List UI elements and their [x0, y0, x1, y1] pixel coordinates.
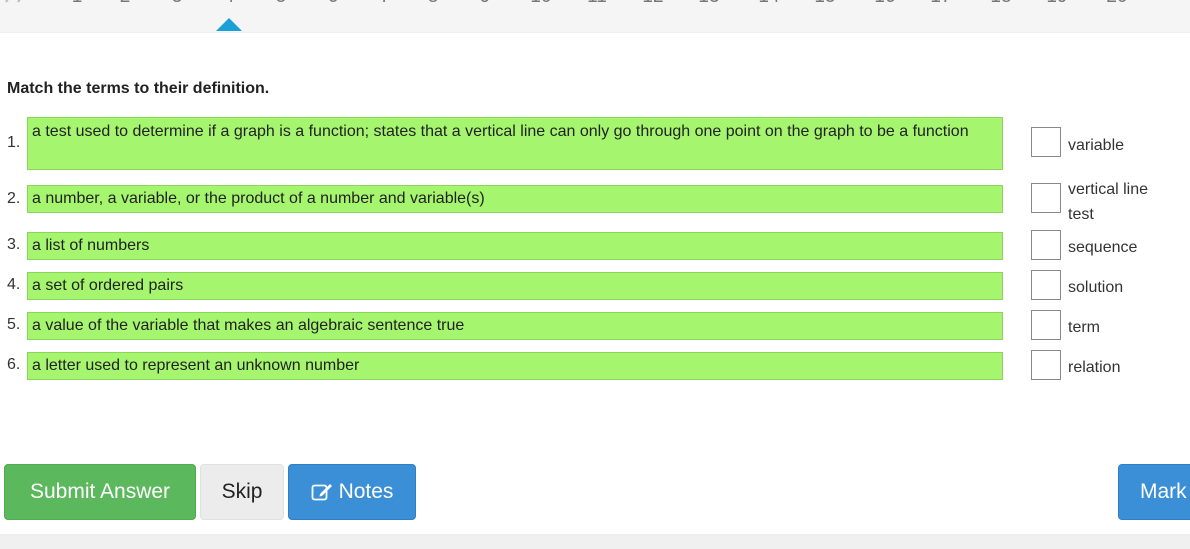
nav-number-2[interactable]: 2 [105, 0, 145, 8]
skip-label: Skip [221, 480, 263, 503]
term-label: variable [1068, 137, 1125, 154]
nav-number-10[interactable]: 10 [521, 0, 561, 8]
definition-box[interactable]: a set of ordered pairs [27, 272, 1003, 300]
nav-number-7[interactable]: 7 [365, 0, 405, 8]
definition-number: 2. [7, 190, 21, 207]
definition-number: 4. [7, 276, 21, 293]
mark-button[interactable]: Mark [1118, 464, 1190, 520]
term-label: solution [1068, 279, 1124, 296]
nav-number-20[interactable]: 20 [1097, 0, 1137, 8]
term-label: term [1068, 319, 1100, 336]
nav-number-12[interactable]: 12 [633, 0, 673, 8]
nav-number-6[interactable]: 6 [313, 0, 353, 8]
submit-answer-button[interactable]: Submit Answer [4, 464, 196, 520]
definition-box[interactable]: a letter used to represent an unknown nu… [27, 352, 1003, 380]
definition-number: 6. [7, 356, 21, 373]
definition-number: 1. [7, 134, 21, 151]
nav-number-3[interactable]: 3 [157, 0, 197, 8]
question-instruction: Match the terms to their definition. [7, 80, 270, 97]
answer-checkbox[interactable] [1031, 230, 1061, 260]
definition-box[interactable]: a number, a variable, or the product of … [27, 185, 1003, 213]
nav-number-13[interactable]: 13 [689, 0, 729, 8]
nav-number-9[interactable]: 9 [465, 0, 505, 8]
mark-label: Mark [1140, 480, 1187, 503]
definition-number: 5. [7, 316, 21, 333]
nav-number-16[interactable]: 16 [865, 0, 905, 8]
term-label: vertical line test [1068, 181, 1149, 223]
notes-label: Notes [338, 480, 394, 503]
definition-box[interactable]: a test used to determine if a graph is a… [27, 117, 1003, 170]
nav-number-8[interactable]: 8 [413, 0, 453, 8]
answer-checkbox[interactable] [1031, 270, 1061, 300]
nav-number-19[interactable]: 19 [1037, 0, 1077, 8]
question-navigator: 1 2 3 4 5 6 7 8 9 10 11 12 13 14 15 16 1… [0, 0, 1190, 33]
nav-number-1[interactable]: 1 [57, 0, 97, 8]
answer-checkbox[interactable] [1031, 350, 1061, 380]
notes-button[interactable]: Notes [288, 464, 416, 520]
chevron-left-icon[interactable] [2, 0, 32, 8]
nav-number-5[interactable]: 5 [261, 0, 301, 8]
submit-answer-label: Submit Answer [29, 480, 171, 503]
nav-number-17[interactable]: 17 [921, 0, 961, 8]
nav-number-18[interactable]: 18 [981, 0, 1021, 8]
footer-bar [0, 534, 1190, 549]
current-question-marker [216, 18, 242, 31]
skip-button[interactable]: Skip [200, 464, 284, 520]
nav-number-15[interactable]: 15 [805, 0, 845, 8]
answer-checkbox[interactable] [1031, 127, 1061, 157]
term-label: sequence [1068, 239, 1138, 256]
edit-icon [311, 484, 332, 501]
answer-checkbox[interactable] [1031, 183, 1061, 213]
nav-number-11[interactable]: 11 [577, 0, 617, 8]
term-label: relation [1068, 359, 1121, 376]
nav-number-4[interactable]: 4 [209, 0, 249, 8]
definition-box[interactable]: a value of the variable that makes an al… [27, 312, 1003, 340]
definition-number: 3. [7, 236, 21, 253]
definition-box[interactable]: a list of numbers [27, 232, 1003, 260]
answer-checkbox[interactable] [1031, 310, 1061, 340]
nav-number-14[interactable]: 14 [749, 0, 789, 8]
